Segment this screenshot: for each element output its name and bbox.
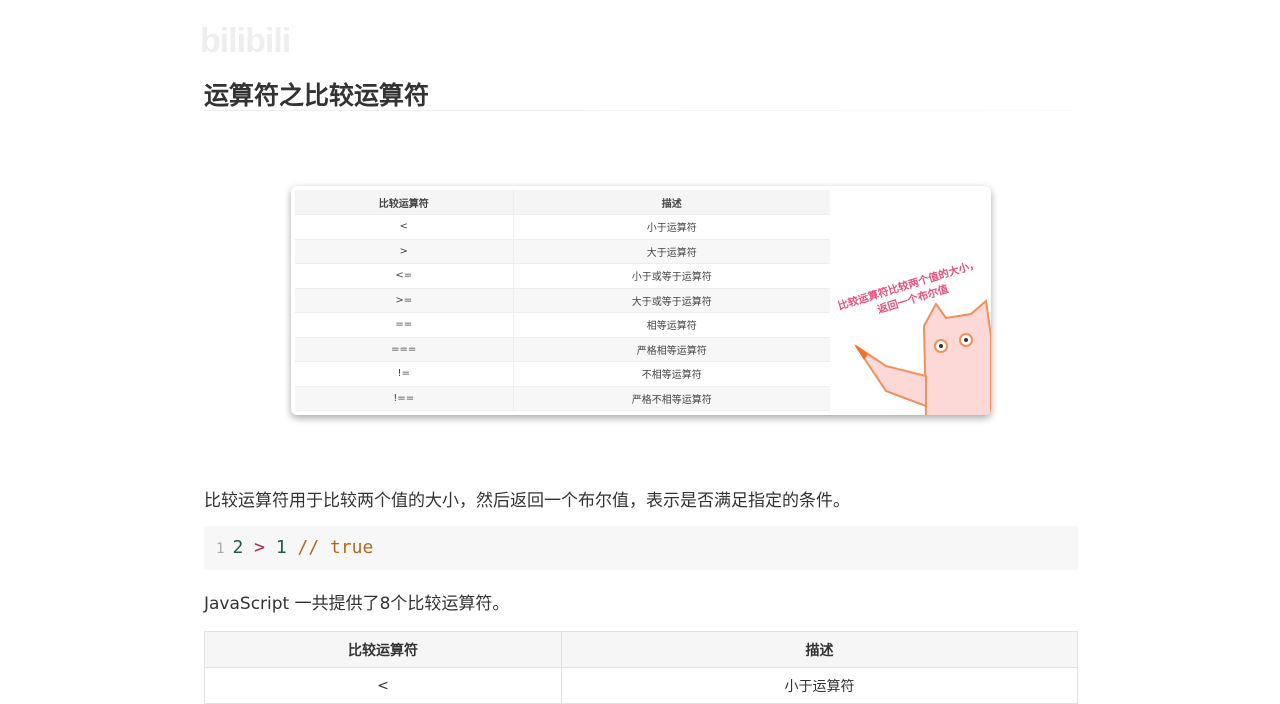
table-row: == 相等运算符: [295, 312, 830, 338]
cell: <: [295, 214, 514, 240]
bilibili-watermark: bilibili: [200, 22, 291, 60]
cell: !=: [295, 361, 514, 387]
cell: 大于运算符: [513, 239, 830, 264]
operators-table: 比较运算符 描述 < 小于运算符: [204, 631, 1078, 704]
code-token: 2: [232, 537, 244, 558]
table-row: === 严格相等运算符: [295, 337, 830, 362]
divider: [204, 110, 1078, 111]
table-row: > 大于运算符: [295, 239, 830, 264]
cell: 小于或等于运算符: [513, 263, 830, 289]
cat-illustration-icon: [854, 299, 991, 415]
cell: 大于或等于运算符: [513, 288, 830, 313]
table-row: >= 大于或等于运算符: [295, 288, 830, 313]
count-paragraph: JavaScript 一共提供了8个比较运算符。: [204, 594, 510, 614]
code-comment: // true: [297, 537, 374, 558]
cell: >=: [295, 288, 514, 313]
header: 比较运算符: [295, 190, 514, 215]
page-title: 运算符之比较运算符: [204, 81, 430, 110]
table-row: < 小于运算符: [204, 667, 1078, 704]
cell: 小于运算符: [561, 667, 1078, 704]
header: 比较运算符: [204, 631, 562, 668]
table-row: < 小于运算符: [295, 214, 830, 240]
code-token: 1: [275, 537, 287, 558]
table-row: !== 严格不相等运算符: [295, 386, 830, 411]
header: 描述: [513, 190, 830, 215]
cell: ==: [295, 312, 514, 338]
operator-table-image: 比较运算符 描述 < 小于运算符 > 大于运算符 <= 小于或等于运算符 >= 大于或等于运算符…: [291, 186, 991, 415]
cell: 严格不相等运算符: [513, 386, 830, 411]
cell: <=: [295, 263, 514, 289]
header: 描述: [561, 631, 1078, 668]
cell: 不相等运算符: [513, 361, 830, 387]
cell: <: [204, 667, 562, 704]
code-block: 12 > 1 // true: [204, 526, 1078, 570]
cell: 小于运算符: [513, 214, 830, 240]
table-row: <= 小于或等于运算符: [295, 263, 830, 289]
image-table: 比较运算符 描述 < 小于运算符 > 大于运算符 <= 小于或等于运算符 >= 大于或等于运算符…: [295, 190, 830, 411]
description-paragraph: 比较运算符用于比较两个值的大小，然后返回一个布尔值，表示是否满足指定的条件。: [204, 491, 850, 511]
cell: 严格相等运算符: [513, 337, 830, 362]
cell: >: [295, 239, 514, 264]
cell: 相等运算符: [513, 312, 830, 338]
code-token: >: [254, 537, 265, 558]
table-row: != 不相等运算符: [295, 361, 830, 387]
line-number: 1: [216, 541, 225, 557]
cell: !==: [295, 386, 514, 411]
cell: ===: [295, 337, 514, 362]
